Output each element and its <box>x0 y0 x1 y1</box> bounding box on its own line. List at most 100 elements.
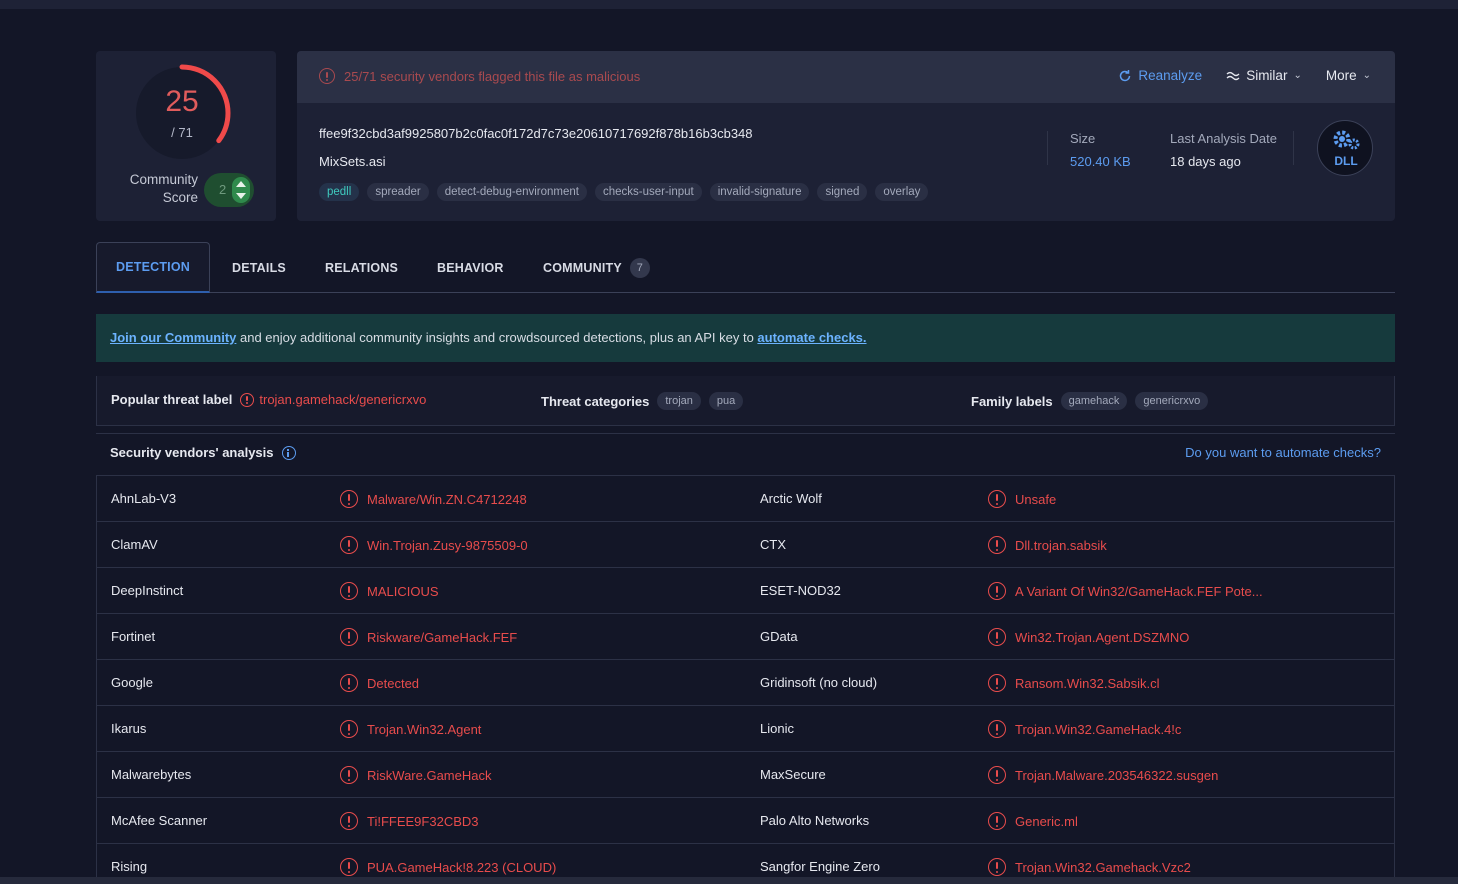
table-row: Fortinet Riskware/GameHack.FEF GData Win… <box>96 613 1395 659</box>
similar-icon <box>1226 71 1240 80</box>
gears-icon <box>1333 130 1360 150</box>
table-row: AhnLab-V3 Malware/Win.ZN.C4712248 Arctic… <box>96 475 1395 521</box>
chevron-down-icon: ⌄ <box>1293 70 1302 81</box>
threat-categories-key: Threat categories <box>541 393 650 409</box>
alert-icon <box>340 812 358 830</box>
vendor-result-text: A Variant Of Win32/GameHack.FEF Pote... <box>1015 583 1263 599</box>
tag-overlay[interactable]: overlay <box>875 183 929 201</box>
file-info-card: 25/71 security vendors flagged this file… <box>297 51 1395 221</box>
tab-relations-label: RELATIONS <box>325 260 399 275</box>
more-button[interactable]: More ⌄ <box>1326 68 1371 83</box>
tab-detection-label: DETECTION <box>115 260 191 274</box>
alert-icon <box>340 858 358 876</box>
community-label-line2: Score <box>162 190 198 205</box>
community-score-label: Community Score <box>110 171 198 207</box>
alert-icon <box>340 490 358 508</box>
info-icon[interactable] <box>281 445 296 460</box>
vendor-result-text: Trojan.Win32.Gamehack.Vzc2 <box>1015 859 1191 875</box>
family-labels-key: Family labels <box>971 393 1053 409</box>
vendor-result: Generic.ml <box>988 812 1078 830</box>
automate-checks-question-link[interactable]: Do you want to automate checks? <box>1185 445 1381 460</box>
vote-control[interactable] <box>232 177 250 203</box>
vendor-name: ESET-NOD32 <box>760 583 841 598</box>
vendor-name: Gridinsoft (no cloud) <box>760 675 878 690</box>
alert-icon <box>988 766 1006 784</box>
tab-details[interactable]: DETAILS <box>232 242 286 293</box>
detection-count: 25 <box>165 85 199 118</box>
file-tags: pedll spreader detect-debug-environment … <box>319 183 929 201</box>
reanalyze-button[interactable]: Reanalyze <box>1118 68 1202 83</box>
table-row: ClamAV Win.Trojan.Zusy-9875509-0 CTX Dll… <box>96 521 1395 567</box>
similar-button[interactable]: Similar ⌄ <box>1226 68 1302 83</box>
vendor-name: Rising <box>111 859 148 874</box>
vendor-result: Trojan.Win32.Agent <box>340 720 481 738</box>
tag-signed[interactable]: signed <box>817 183 868 201</box>
vendor-result-text: PUA.GameHack!8.223 (CLOUD) <box>367 859 557 875</box>
vendor-result-text: Detected <box>367 675 420 691</box>
tag-detect-debug-environment[interactable]: detect-debug-environment <box>436 183 587 201</box>
table-row: DeepInstinct MALICIOUS ESET-NOD32 A Vari… <box>96 567 1395 613</box>
tab-community[interactable]: COMMUNITY 7 <box>543 242 650 293</box>
vendor-result-text: Win.Trojan.Zusy-9875509-0 <box>367 537 528 553</box>
horizontal-scrollbar[interactable] <box>0 877 1458 884</box>
tab-bar: DETECTION DETAILS RELATIONS BEHAVIOR COM… <box>96 242 1395 293</box>
community-banner: Join our Community and enjoy additional … <box>96 314 1395 362</box>
vendors-table: AhnLab-V3 Malware/Win.ZN.C4712248 Arctic… <box>96 475 1395 884</box>
vendor-result-text: Generic.ml <box>1015 813 1078 829</box>
alert-icon <box>340 766 358 784</box>
vendor-result: Malware/Win.ZN.C4712248 <box>340 490 527 508</box>
join-community-link[interactable]: Join our Community <box>110 330 236 345</box>
tab-behavior[interactable]: BEHAVIOR <box>437 242 504 293</box>
family-labels: Family labels gamehack genericrxvo <box>971 392 1209 410</box>
vendor-result: RiskWare.GameHack <box>340 766 491 784</box>
vendor-name: McAfee Scanner <box>111 813 208 828</box>
threat-categories: Threat categories trojan pua <box>541 392 744 410</box>
alert-icon <box>340 720 358 738</box>
upvote-icon[interactable] <box>236 181 246 187</box>
vendor-name: MaxSecure <box>760 767 826 782</box>
vendor-result: Trojan.Win32.GameHack.4!c <box>988 720 1181 738</box>
tag-invalid-signature[interactable]: invalid-signature <box>709 183 810 201</box>
vendor-result: Unsafe <box>988 490 1056 508</box>
vendor-result-text: Unsafe <box>1015 491 1057 507</box>
alert-icon <box>340 628 358 646</box>
file-size: Size 520.40 KB <box>1047 131 1131 169</box>
family-gamehack[interactable]: gamehack <box>1060 392 1128 410</box>
vendor-result: Trojan.Malware.203546322.susgen <box>988 766 1218 784</box>
category-pua[interactable]: pua <box>708 392 744 410</box>
category-trojan[interactable]: trojan <box>657 392 701 410</box>
downvote-icon[interactable] <box>236 193 246 199</box>
tab-detection[interactable]: DETECTION <box>96 242 210 293</box>
popular-threat-label-key: Popular threat label <box>111 392 233 407</box>
vendor-result: Dll.trojan.sabsik <box>988 536 1107 554</box>
vendors-analysis-header: Security vendors' analysis Do you want t… <box>96 433 1395 475</box>
tag-checks-user-input[interactable]: checks-user-input <box>594 183 702 201</box>
vendor-result-text: Trojan.Malware.203546322.susgen <box>1015 767 1219 783</box>
popular-threat-value[interactable]: trojan.gamehack/genericrxvo <box>240 392 426 407</box>
file-hash[interactable]: ffee9f32cbd3af9925807b2c0fac0f172d7c73e2… <box>319 126 753 141</box>
vendor-name: CTX <box>760 537 786 552</box>
vendor-result: A Variant Of Win32/GameHack.FEF Pote... <box>988 582 1263 600</box>
alert-icon <box>988 720 1006 738</box>
alert-icon <box>988 490 1006 508</box>
vendor-name: Fortinet <box>111 629 156 644</box>
alert-icon <box>240 392 255 407</box>
community-label-line1: Community <box>129 172 198 187</box>
tag-spreader[interactable]: spreader <box>367 183 429 201</box>
similar-label: Similar <box>1246 68 1288 83</box>
banner-text: and enjoy additional community insights … <box>236 330 758 345</box>
divider <box>1293 131 1294 165</box>
last-analysis-date: Last Analysis Date 18 days ago <box>1149 131 1277 169</box>
vendor-result: Ti!FFEE9F32CBD3 <box>340 812 479 830</box>
popular-threat-label: Popular threat label trojan.gamehack/gen… <box>111 392 426 407</box>
tab-behavior-label: BEHAVIOR <box>437 260 504 275</box>
tag-pedll[interactable]: pedll <box>319 183 360 201</box>
automate-checks-link[interactable]: automate checks. <box>757 330 866 345</box>
tab-relations[interactable]: RELATIONS <box>325 242 398 293</box>
alert-icon <box>340 582 358 600</box>
family-genericrxvo[interactable]: genericrxvo <box>1135 392 1209 410</box>
vendor-name: AhnLab-V3 <box>111 491 177 506</box>
community-score-value: 2 <box>219 182 227 197</box>
vendor-result: PUA.GameHack!8.223 (CLOUD) <box>340 858 556 876</box>
vendor-name: ClamAV <box>111 537 158 552</box>
